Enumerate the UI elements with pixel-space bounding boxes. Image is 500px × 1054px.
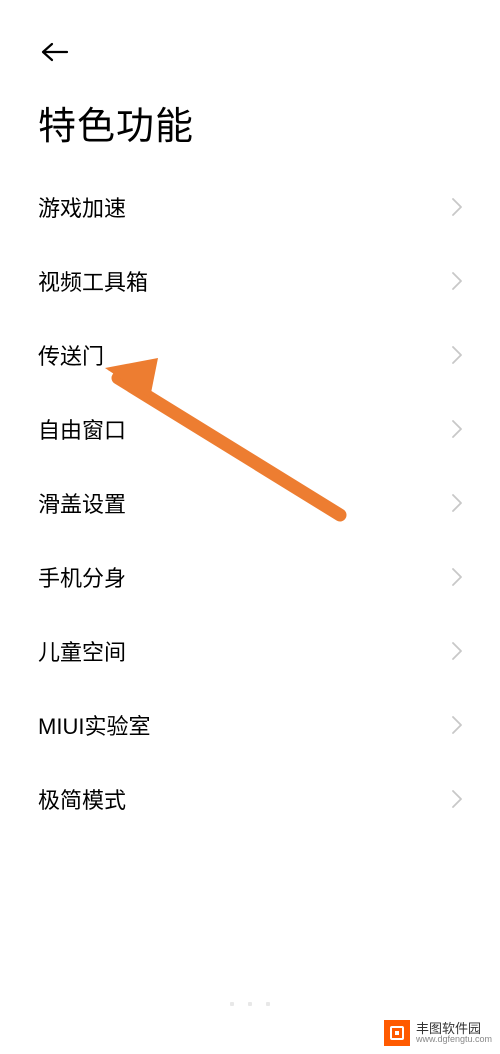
list-item-second-space[interactable]: 手机分身: [0, 540, 500, 614]
watermark: 丰图软件园 www.dgfengtu.com: [384, 1020, 492, 1046]
list-item-label: 传送门: [38, 339, 104, 371]
settings-list: 游戏加速 视频工具箱 传送门 自由窗口 滑盖设置 手机分身 儿童空间 MIUI实…: [0, 170, 500, 836]
list-item-label: 视频工具箱: [38, 265, 148, 297]
list-item-label: MIUI实验室: [38, 709, 150, 741]
list-item-label: 自由窗口: [38, 413, 126, 445]
home-indicator: [230, 1002, 270, 1010]
list-item-label: 游戏加速: [38, 191, 126, 223]
list-item-video-toolbox[interactable]: 视频工具箱: [0, 244, 500, 318]
chevron-right-icon: [452, 272, 462, 290]
back-button[interactable]: [38, 38, 72, 66]
watermark-url: www.dgfengtu.com: [416, 1035, 492, 1044]
list-item-miui-lab[interactable]: MIUI实验室: [0, 688, 500, 762]
list-item-label: 极简模式: [38, 783, 126, 815]
chevron-right-icon: [452, 790, 462, 808]
chevron-right-icon: [452, 420, 462, 438]
list-item-slider-settings[interactable]: 滑盖设置: [0, 466, 500, 540]
chevron-right-icon: [452, 494, 462, 512]
list-item-free-window[interactable]: 自由窗口: [0, 392, 500, 466]
watermark-logo-icon: [384, 1020, 410, 1046]
chevron-right-icon: [452, 198, 462, 216]
list-item-game-boost[interactable]: 游戏加速: [0, 170, 500, 244]
list-item-label: 手机分身: [38, 561, 126, 593]
chevron-right-icon: [452, 346, 462, 364]
page-title: 特色功能: [38, 95, 194, 150]
list-item-portal[interactable]: 传送门: [0, 318, 500, 392]
back-arrow-icon: [41, 42, 69, 62]
chevron-right-icon: [452, 716, 462, 734]
chevron-right-icon: [452, 568, 462, 586]
list-item-child-space[interactable]: 儿童空间: [0, 614, 500, 688]
list-item-simple-mode[interactable]: 极简模式: [0, 762, 500, 836]
chevron-right-icon: [452, 642, 462, 660]
list-item-label: 滑盖设置: [38, 487, 126, 519]
list-item-label: 儿童空间: [38, 635, 126, 667]
